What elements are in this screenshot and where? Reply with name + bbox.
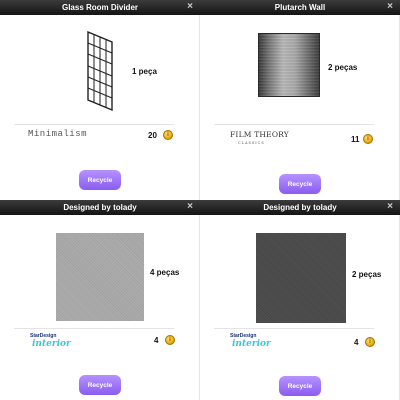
card-title: Glass Room Divider xyxy=(61,3,139,12)
price: 20 xyxy=(148,131,157,140)
plutarch-wall-preview xyxy=(258,33,320,97)
item-card-plutarch-wall: Plutarch Wall × 2 peças FILM THEORY CLAS… xyxy=(200,0,400,200)
brand-logo-minimalism: Minimalism xyxy=(28,129,88,139)
close-icon[interactable]: × xyxy=(384,1,396,13)
card-title: Plutarch Wall xyxy=(274,3,326,12)
item-card-glass-room-divider: Glass Room Divider × 1 peça Minimalism 2… xyxy=(0,0,200,200)
coin-icon: i xyxy=(163,130,173,140)
price: 4 xyxy=(154,336,159,345)
price: 4 xyxy=(354,338,359,347)
item-card-designed-by-tolady-dark: Designed by tolady × 2 peças StarDesign … xyxy=(200,200,400,400)
close-icon[interactable]: × xyxy=(384,201,396,213)
item-grid: Glass Room Divider × 1 peça Minimalism 2… xyxy=(0,0,400,400)
coin-icon: i xyxy=(365,337,375,347)
card-titlebar: Designed by tolady × xyxy=(0,200,200,215)
brand-logo-stardesign-interior: StarDesign interior xyxy=(30,333,71,349)
recycle-button[interactable]: Recycle xyxy=(279,174,321,194)
light-gray-tile-preview xyxy=(56,233,144,321)
piece-count: 1 peça xyxy=(132,67,157,76)
divider xyxy=(214,328,374,329)
divider xyxy=(14,328,174,329)
card-titlebar: Designed by tolady × xyxy=(200,200,400,215)
dark-gray-tile-preview xyxy=(256,233,346,323)
piece-count: 2 peças xyxy=(328,63,358,72)
card-titlebar: Plutarch Wall × xyxy=(200,0,400,15)
coin-icon: i xyxy=(363,134,373,144)
brand-logo-film-theory: FILM THEORY CLASSICS xyxy=(230,130,289,146)
piece-count: 2 peças xyxy=(352,270,382,279)
divider xyxy=(214,124,374,125)
item-card-designed-by-tolady-light: Designed by tolady × 4 peças StarDesign … xyxy=(0,200,200,400)
divider xyxy=(14,124,174,125)
price: 11 xyxy=(351,135,360,144)
close-icon[interactable]: × xyxy=(184,1,196,13)
card-title: Designed by tolady xyxy=(263,203,337,212)
coin-icon: i xyxy=(165,335,175,345)
recycle-button[interactable]: Recycle xyxy=(79,170,121,190)
piece-count: 4 peças xyxy=(150,268,180,277)
card-title: Designed by tolady xyxy=(63,203,137,212)
recycle-button[interactable]: Recycle xyxy=(279,376,321,396)
close-icon[interactable]: × xyxy=(184,201,196,213)
recycle-button[interactable]: Recycle xyxy=(79,375,121,395)
card-titlebar: Glass Room Divider × xyxy=(0,0,200,15)
brand-logo-stardesign-interior: StarDesign interior xyxy=(230,333,271,349)
glass-room-divider-preview xyxy=(87,30,113,112)
